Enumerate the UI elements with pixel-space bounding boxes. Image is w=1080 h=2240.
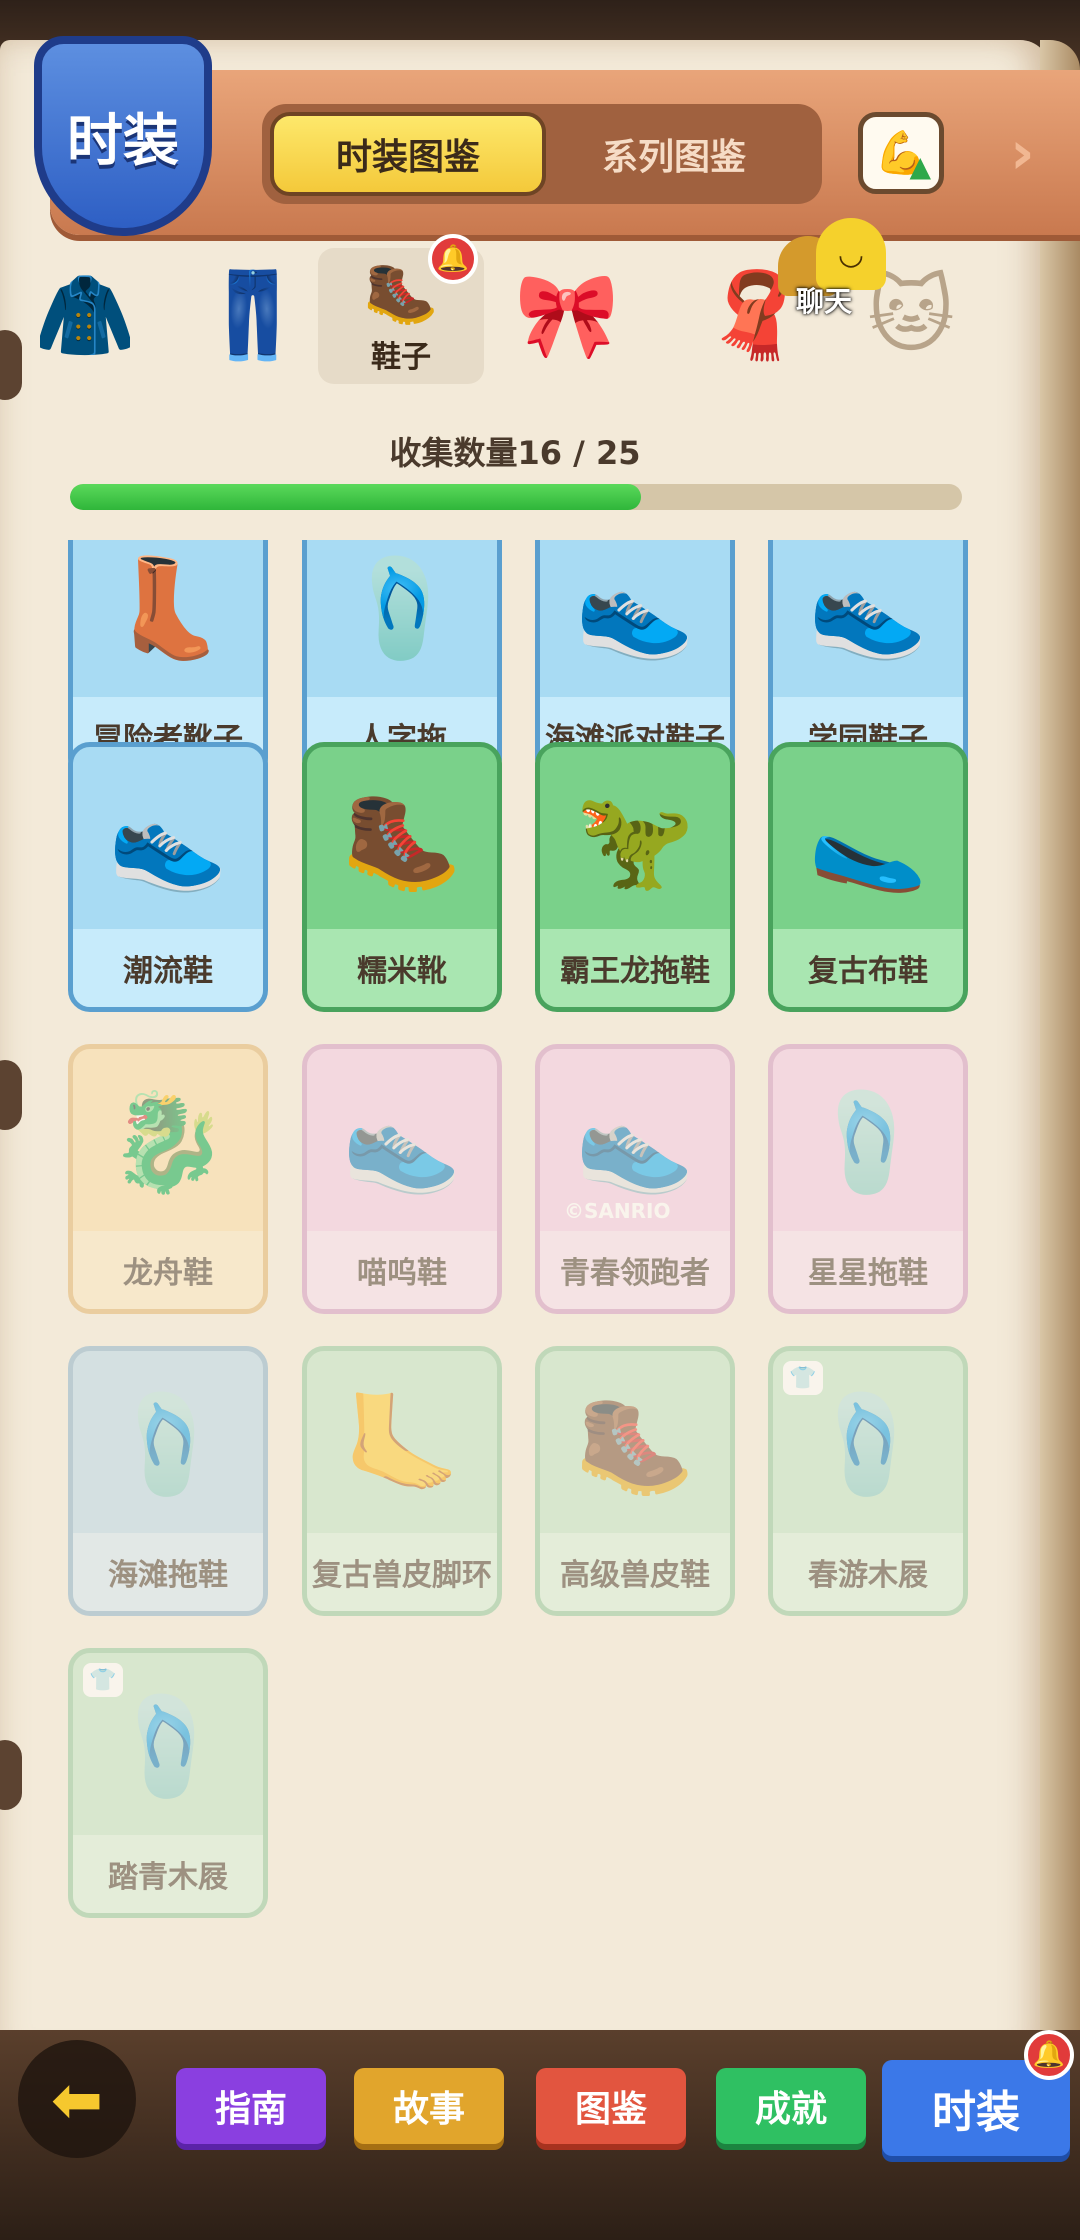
page-edge (1040, 40, 1080, 2080)
item-card[interactable]: 👟 ©SANRIO 青春领跑者 (535, 1044, 735, 1314)
arrow-up-icon: ▲ (909, 150, 931, 183)
chevron-right-icon[interactable]: › (1010, 118, 1035, 188)
shoe-icon: 🥾 (575, 1387, 695, 1500)
outfit-tag-icon: 👕 (83, 1663, 123, 1697)
section-title: 时装 (67, 109, 179, 172)
copyright-note: ©SANRIO (564, 1199, 671, 1223)
shoe-icon: 🩴 (108, 1387, 228, 1500)
shoe-icon: 🥿 (808, 783, 928, 896)
shoe-icon: 👟 (108, 783, 228, 896)
shoe-icon: 👟 (342, 1085, 462, 1198)
shoe-icon: 👟 (575, 551, 695, 664)
item-name: 海滩拖鞋 (73, 1533, 263, 1611)
nav-story[interactable]: 故事 (354, 2068, 504, 2144)
item-name: 复古布鞋 (773, 929, 963, 1007)
category-necklace-icon[interactable]: 🎀 (492, 250, 642, 380)
chat-button[interactable]: ◡ 聊天 (778, 218, 888, 318)
item-name: 星星拖鞋 (773, 1231, 963, 1309)
category-pants-icon[interactable]: 👖 (178, 250, 328, 380)
section-badge: 时装 (34, 36, 212, 236)
item-name: 喵呜鞋 (307, 1231, 497, 1309)
binding-hole (0, 330, 22, 400)
tab-series-catalog[interactable]: 系列图鉴 (536, 112, 812, 196)
item-name: 潮流鞋 (73, 929, 263, 1007)
item-card[interactable]: 🩴 海滩拖鞋 (68, 1346, 268, 1616)
collection-progress-bar (70, 484, 962, 510)
boot-icon: 🥾 (363, 257, 439, 328)
item-card[interactable]: 🥾 高级兽皮鞋 (535, 1346, 735, 1616)
item-card[interactable]: 🐉 龙舟鞋 (68, 1044, 268, 1314)
item-card[interactable]: 🩴 👕 春游木屐 (768, 1346, 968, 1616)
shoe-icon: 🥾 (342, 783, 462, 896)
shoe-icon: 🦖 (575, 783, 695, 896)
shoe-icon: 🦶 (342, 1387, 462, 1500)
item-name: 青春领跑者 (540, 1231, 730, 1309)
item-name: 复古兽皮脚环 (307, 1533, 497, 1611)
item-name: 糯米靴 (307, 929, 497, 1007)
back-button[interactable]: ⬅ (18, 2040, 136, 2158)
item-name: 高级兽皮鞋 (540, 1533, 730, 1611)
chat-label: 聊天 (796, 285, 853, 318)
item-card[interactable]: 🥿 复古布鞋 (768, 742, 968, 1012)
outfit-tag-icon: 👕 (783, 1361, 823, 1395)
item-grid: 👢 冒险者靴子 🩴 人字拖 👟 海滩派对鞋子 👟 学园鞋子 👟 潮流鞋 🥾 糯米靴 🦖 霸王龙拖鞋 🥿 复古布… (0, 540, 1040, 2020)
shoe-icon: 👢 (108, 551, 228, 664)
shoe-icon: 👟 (808, 551, 928, 664)
tab-fashion-catalog[interactable]: 时装图鉴 (270, 112, 546, 196)
category-shoes-label: 鞋子 (371, 339, 431, 375)
item-name: 踏青木屐 (73, 1835, 263, 1913)
item-card[interactable]: 🦶 复古兽皮脚环 (302, 1346, 502, 1616)
upgrade-button[interactable]: 💪 ▲ (858, 112, 944, 194)
category-shirt-icon[interactable]: 🧥 (40, 250, 130, 380)
nav-catalog[interactable]: 图鉴 (536, 2068, 686, 2144)
item-card[interactable]: 🩴 星星拖鞋 (768, 1044, 968, 1314)
shoe-icon: 🩴 (342, 551, 462, 664)
item-card[interactable]: 🩴 👕 踏青木屐 (68, 1648, 268, 1918)
bell-icon: 🔔 (1024, 2030, 1074, 2080)
collection-count: 收集数量16 / 25 (389, 434, 641, 472)
item-card[interactable]: 🦖 霸王龙拖鞋 (535, 742, 735, 1012)
progress-fill (70, 484, 641, 510)
shoe-icon: 🐉 (108, 1085, 228, 1198)
item-card[interactable]: 🥾 糯米靴 (302, 742, 502, 1012)
shoe-icon: 🩴 (808, 1085, 928, 1198)
item-name: 龙舟鞋 (73, 1231, 263, 1309)
arrow-left-icon: ⬅ (51, 2062, 103, 2136)
item-name: 春游木屐 (773, 1533, 963, 1611)
bell-icon: 🔔 (428, 234, 478, 284)
item-card[interactable]: 👟 潮流鞋 (68, 742, 268, 1012)
item-card[interactable]: 👟 喵呜鞋 (302, 1044, 502, 1314)
nav-guide[interactable]: 指南 (176, 2068, 326, 2144)
item-name: 霸王龙拖鞋 (540, 929, 730, 1007)
nav-achievements[interactable]: 成就 (716, 2068, 866, 2144)
